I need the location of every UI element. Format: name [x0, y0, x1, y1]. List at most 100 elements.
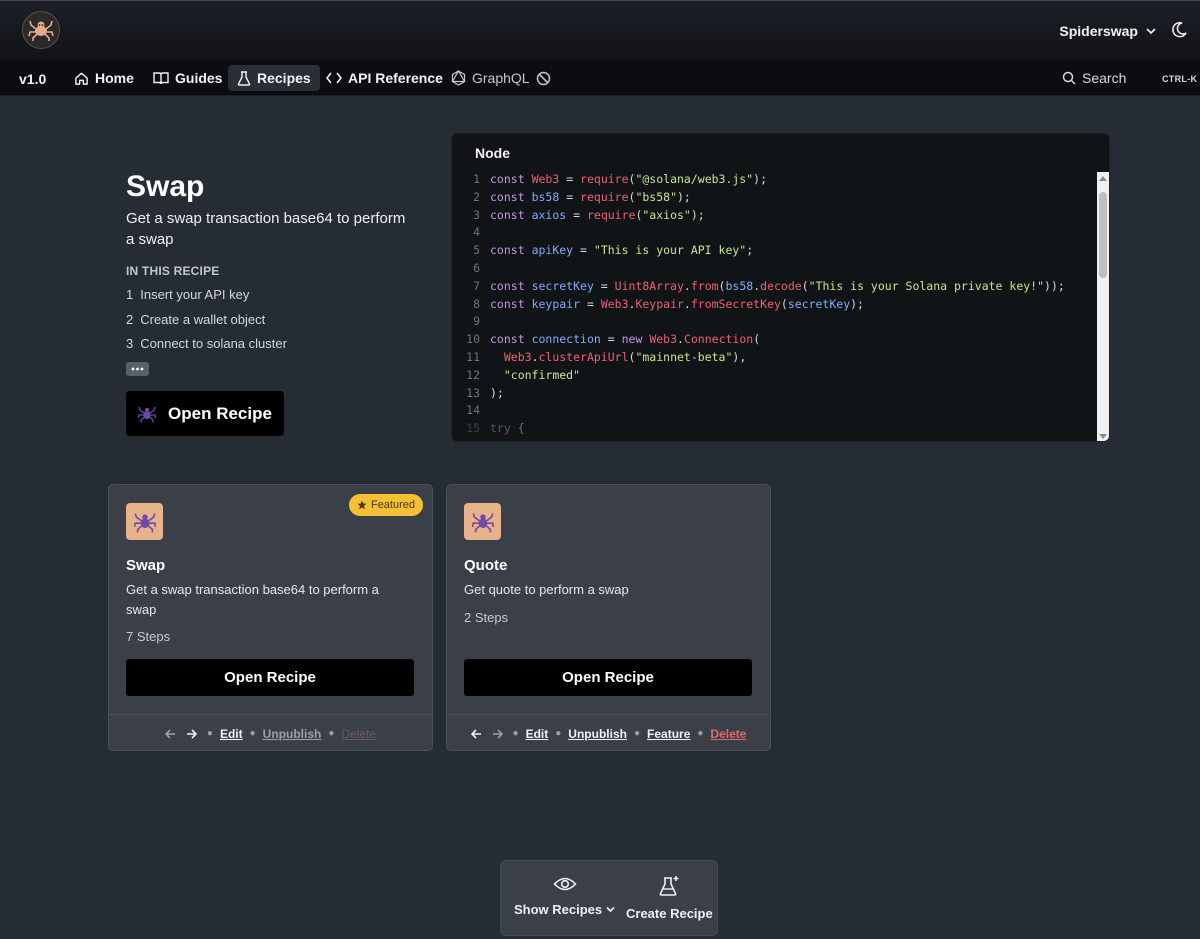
- nav-guides[interactable]: Guides: [145, 65, 230, 91]
- edit-link[interactable]: Edit: [526, 727, 549, 741]
- nav-recipes[interactable]: Recipes: [228, 65, 320, 91]
- feature-link[interactable]: Feature: [647, 727, 690, 741]
- code-line: 1 const Web3 = require("@solana/web3.js")…: [452, 172, 1097, 190]
- step-number: 2: [126, 311, 134, 327]
- code-text: const axios = require("axios");: [490, 207, 705, 222]
- ellipsis-icon: [131, 367, 144, 371]
- code-line: 11 Web3.clusterApiUrl("mainnet-beta"),: [452, 350, 1097, 368]
- featured-badge[interactable]: Featured: [348, 494, 423, 516]
- delete-link[interactable]: Delete: [341, 727, 376, 741]
- graphql-icon: [451, 70, 466, 86]
- scrollbar-thumb[interactable]: [1099, 192, 1107, 278]
- step-text: Insert your API key: [140, 287, 250, 302]
- recipe-steps-list: 1 Insert your API key 2 Create a wallet ob…: [126, 287, 287, 361]
- scroll-down-arrow-icon[interactable]: [1099, 434, 1107, 439]
- recipe-step[interactable]: 2 Create a wallet object: [126, 312, 287, 337]
- scroll-up-arrow-icon[interactable]: [1099, 176, 1107, 181]
- chevron-down-icon: [1146, 28, 1156, 35]
- move-right-arrow-icon[interactable]: [492, 728, 506, 740]
- top-header: Spiderswap: [0, 0, 1200, 60]
- recipe-card-quote[interactable]: Quote Get quote to perform a swap 2 Step…: [446, 484, 771, 751]
- card-title: Quote: [464, 557, 508, 574]
- eye-icon: [552, 877, 577, 891]
- code-text: "confirmed": [503, 367, 581, 382]
- move-left-arrow-icon[interactable]: [470, 728, 485, 740]
- code-line: 3 const axios = require("axios");: [452, 208, 1097, 226]
- line-number: 7: [473, 278, 480, 293]
- move-right-arrow-icon[interactable]: [186, 728, 200, 740]
- nav-graphql-label: GraphQL: [472, 70, 530, 86]
- code-language-tab[interactable]: Node: [475, 145, 510, 161]
- line-number: 10: [466, 332, 480, 347]
- search-button[interactable]: Search: [1062, 66, 1126, 90]
- separator-dot: ●: [328, 728, 335, 739]
- separator-dot: ●: [633, 728, 641, 739]
- separator-dot: ●: [697, 728, 704, 739]
- nav-guides-label: Guides: [175, 70, 223, 86]
- recipe-title: Swap: [126, 170, 205, 203]
- code-line: 5 const apiKey = "This is your API key";: [452, 243, 1097, 261]
- step-number: 3: [126, 336, 134, 351]
- line-number: 8: [473, 296, 480, 311]
- home-icon: [75, 72, 88, 85]
- separator-dot: ●: [555, 728, 562, 739]
- line-number: 15: [466, 421, 480, 436]
- code-editor[interactable]: 1 const Web3 = require("@solana/web3.js")…: [452, 172, 1097, 441]
- unpublish-link[interactable]: Unpublish: [263, 727, 322, 741]
- flask-plus-icon: [659, 876, 679, 896]
- recipe-card-swap[interactable]: Featured Swap Get a swap transaction bas…: [108, 484, 433, 751]
- nav-recipes-label: Recipes: [257, 70, 311, 86]
- line-number: 9: [473, 314, 480, 329]
- code-icon: [326, 72, 342, 84]
- code-text: );: [490, 385, 504, 400]
- step-number: 1: [126, 287, 134, 302]
- open-recipe-button[interactable]: Open Recipe: [464, 659, 752, 696]
- moon-icon[interactable]: [1170, 21, 1190, 41]
- card-step-count: 7 Steps: [126, 629, 171, 644]
- code-text: Web3.clusterApiUrl("mainnet-beta"),: [503, 349, 747, 364]
- disabled-icon: [536, 71, 550, 85]
- nav-api-reference[interactable]: API Reference: [318, 65, 451, 91]
- code-line: 6: [452, 261, 1097, 279]
- line-number: 14: [466, 403, 480, 418]
- code-line: 9: [452, 314, 1097, 332]
- code-line: 2 const bs58 = require("bs58");: [452, 190, 1097, 208]
- open-recipe-button[interactable]: Open Recipe: [126, 659, 414, 696]
- delete-link[interactable]: Delete: [710, 727, 746, 741]
- code-text: const apiKey = "This is your API key";: [490, 243, 754, 258]
- code-scrollbar[interactable]: [1097, 172, 1109, 441]
- nav-graphql[interactable]: GraphQL: [443, 65, 559, 91]
- code-text: const bs58 = require("bs58");: [490, 189, 691, 204]
- featured-label: Featured: [370, 499, 415, 511]
- spider-logo-icon[interactable]: [22, 11, 60, 49]
- flask-icon: [237, 70, 251, 86]
- step-text: Create a wallet object: [140, 311, 266, 327]
- line-number: 12: [466, 367, 480, 382]
- in-recipe-heading: IN THIS RECIPE: [126, 264, 220, 278]
- code-text: const secretKey = Uint8Array.from(bs58.d…: [490, 278, 1065, 293]
- version-label[interactable]: v1.0: [19, 71, 46, 87]
- code-line: 7 const secretKey = Uint8Array.from(bs58.…: [452, 279, 1097, 297]
- spider-icon: [138, 406, 157, 422]
- line-number: 1: [473, 172, 480, 186]
- open-recipe-button[interactable]: Open Recipe: [126, 391, 284, 436]
- recipe-step[interactable]: 3 Connect to solana cluster: [126, 336, 287, 361]
- show-recipes-button[interactable]: Show Recipes: [514, 875, 615, 917]
- edit-link[interactable]: Edit: [220, 727, 243, 741]
- recipe-step[interactable]: 1 Insert your API key: [126, 287, 287, 312]
- card-actions: ● Edit ● Unpublish ● Delete: [109, 714, 432, 750]
- move-left-arrow-icon[interactable]: [164, 728, 179, 740]
- show-recipes-label: Show Recipes: [514, 902, 603, 917]
- nav-home[interactable]: Home: [66, 65, 142, 91]
- more-steps-button[interactable]: [126, 362, 149, 376]
- book-icon: [153, 72, 169, 85]
- project-switcher[interactable]: Spiderswap: [1059, 23, 1156, 39]
- create-recipe-button[interactable]: Create Recipe: [626, 875, 713, 921]
- line-number: 3: [473, 207, 480, 222]
- unpublish-link[interactable]: Unpublish: [568, 727, 627, 741]
- line-number: 6: [473, 260, 480, 275]
- separator-dot: ●: [512, 728, 519, 739]
- recipe-toolbar: Show Recipes Create Recipe: [500, 860, 718, 936]
- recipe-description: Get a swap transaction base64 to perform…: [126, 210, 406, 248]
- star-icon: [357, 500, 367, 510]
